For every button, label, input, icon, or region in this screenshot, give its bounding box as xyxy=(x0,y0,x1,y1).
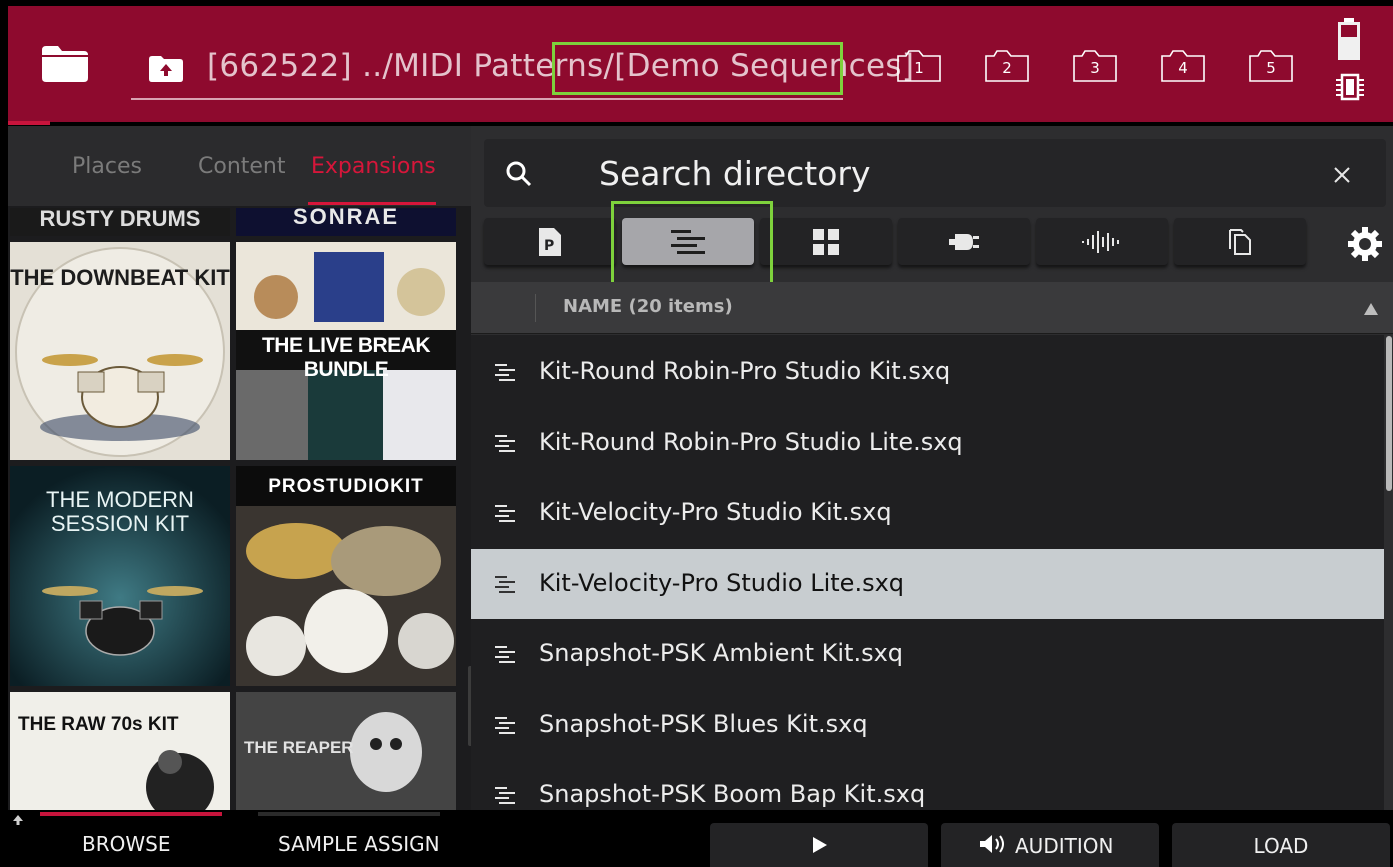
recent-folder-3-button[interactable]: 3 xyxy=(1073,50,1117,82)
browse-active-indicator xyxy=(40,812,222,816)
file-name: Kit-Round Robin-Pro Studio Lite.sxq xyxy=(539,428,963,456)
svg-text:P: P xyxy=(544,238,554,254)
expansion-live-break-bundle[interactable]: THE LIVE BREAK BUNDLE xyxy=(236,242,456,460)
bottom-bar: BROWSE SAMPLE ASSIGN AUDITION LOAD xyxy=(0,810,1393,867)
file-name: Kit-Velocity-Pro Studio Kit.sxq xyxy=(539,498,892,526)
search-icon xyxy=(506,161,532,187)
filter-programs-button[interactable]: P xyxy=(484,218,616,265)
expansion-downbeat-kit[interactable]: THE DOWNBEAT KIT xyxy=(10,242,230,460)
search-bar[interactable] xyxy=(484,139,1386,207)
active-tab-indicator xyxy=(308,202,436,205)
sequence-file-icon xyxy=(495,646,515,663)
recent-folder-4-button[interactable]: 4 xyxy=(1161,50,1205,82)
sample-assign-button[interactable]: SAMPLE ASSIGN xyxy=(278,832,440,856)
recent-folder-5-button[interactable]: 5 xyxy=(1249,50,1293,82)
sidebar-tabs: Places Content Expansions xyxy=(8,126,471,206)
list-item[interactable]: Snapshot-PSK Ambient Kit.sxq xyxy=(471,619,1384,689)
expansion-the-reaper[interactable]: THE REAPER xyxy=(236,692,456,810)
tab-places[interactable]: Places xyxy=(72,154,142,179)
gear-icon[interactable] xyxy=(1347,226,1383,262)
close-icon[interactable] xyxy=(1332,165,1352,185)
raw-70s-cover-art xyxy=(10,692,230,810)
column-divider xyxy=(535,294,536,322)
expansion-rusty-drums[interactable]: RUSTY DRUMS xyxy=(10,208,230,236)
filter-samples-button[interactable] xyxy=(1036,218,1168,265)
expansion-pro-studio-kit[interactable]: PROSTUDIOKIT xyxy=(236,466,456,686)
sequence-file-icon xyxy=(495,576,515,593)
audition-button[interactable]: AUDITION xyxy=(941,823,1159,867)
column-name-label: NAME (20 items) xyxy=(563,296,733,317)
list-item[interactable]: Snapshot-PSK Blues Kit.sxq xyxy=(471,690,1384,760)
file-name: Snapshot-PSK Blues Kit.sxq xyxy=(539,710,868,738)
pro-studio-cover-art xyxy=(236,466,456,686)
expansion-sonrae[interactable]: SONRAE xyxy=(236,208,456,236)
tab-content[interactable]: Content xyxy=(198,154,286,179)
sort-ascending-icon[interactable] xyxy=(1364,303,1378,315)
list-item[interactable]: Kit-Round Robin-Pro Studio Lite.sxq xyxy=(471,408,1384,478)
file-name: Kit-Velocity-Pro Studio Lite.sxq xyxy=(539,569,905,597)
storage-chip-icon xyxy=(1336,73,1364,101)
sequence-file-icon xyxy=(495,364,515,381)
play-icon xyxy=(813,837,827,853)
folder-icon[interactable] xyxy=(42,46,88,82)
expansion-raw-70s-kit[interactable]: THE RAW 70s KIT xyxy=(10,692,230,810)
path-highlight-box xyxy=(552,42,843,95)
file-name: Snapshot-PSK Ambient Kit.sxq xyxy=(539,639,904,667)
play-button[interactable] xyxy=(710,823,928,867)
folder-up-icon[interactable] xyxy=(149,56,183,82)
list-item[interactable]: Kit-Round Robin-Pro Studio Kit.sxq xyxy=(471,337,1384,407)
file-name: Kit-Round Robin-Pro Studio Kit.sxq xyxy=(539,357,951,385)
recent-folder-2-button[interactable]: 2 xyxy=(985,50,1029,82)
list-item[interactable]: Snapshot-PSK Boom Bap Kit.sxq xyxy=(471,760,1384,810)
sequence-file-icon xyxy=(495,787,515,804)
waveform-icon xyxy=(1082,230,1119,253)
tab-expansions[interactable]: Expansions xyxy=(311,154,436,179)
grid-icon xyxy=(813,228,839,255)
plugin-icon xyxy=(949,233,979,250)
file-name: Snapshot-PSK Boom Bap Kit.sxq xyxy=(539,780,926,808)
browser-sidebar: Places Content Expansions RUSTY DRUMS SO… xyxy=(8,126,473,810)
load-button[interactable]: LOAD xyxy=(1172,823,1390,867)
program-icon: P xyxy=(539,227,561,256)
recent-folder-1-button[interactable]: 1 xyxy=(897,50,941,82)
header-progress-indicator xyxy=(8,121,50,125)
filter-projects-button[interactable] xyxy=(1174,218,1306,265)
file-list-scroll-thumb[interactable] xyxy=(1386,336,1392,491)
sequence-file-icon xyxy=(495,505,515,522)
browse-button[interactable]: BROWSE xyxy=(82,832,170,856)
file-browser-panel: P xyxy=(471,126,1393,810)
sequence-file-icon xyxy=(495,717,515,734)
list-column-header[interactable]: NAME (20 items) xyxy=(471,282,1393,334)
sample-assign-indicator xyxy=(258,812,440,816)
filter-kits-button[interactable] xyxy=(760,218,892,265)
list-item[interactable]: Kit-Velocity-Pro Studio Kit.sxq xyxy=(471,478,1384,548)
list-item-selected[interactable]: Kit-Velocity-Pro Studio Lite.sxq xyxy=(471,549,1384,619)
battery-icon xyxy=(1338,18,1360,60)
filter-highlight-box xyxy=(611,201,773,292)
speaker-icon xyxy=(980,835,1004,853)
search-input[interactable] xyxy=(599,151,1299,195)
arrow-up-icon xyxy=(13,815,23,825)
file-list: Kit-Round Robin-Pro Studio Kit.sxq Kit-R… xyxy=(471,335,1384,810)
expansions-grid: RUSTY DRUMS SONRAE THE DOWNBEAT KIT THE … xyxy=(8,208,464,810)
sequence-file-icon xyxy=(495,435,515,452)
filter-plugins-button[interactable] xyxy=(898,218,1030,265)
copy-icon xyxy=(1229,228,1251,255)
expansion-modern-session-kit[interactable]: THE MODERN SESSION KIT xyxy=(10,466,230,686)
